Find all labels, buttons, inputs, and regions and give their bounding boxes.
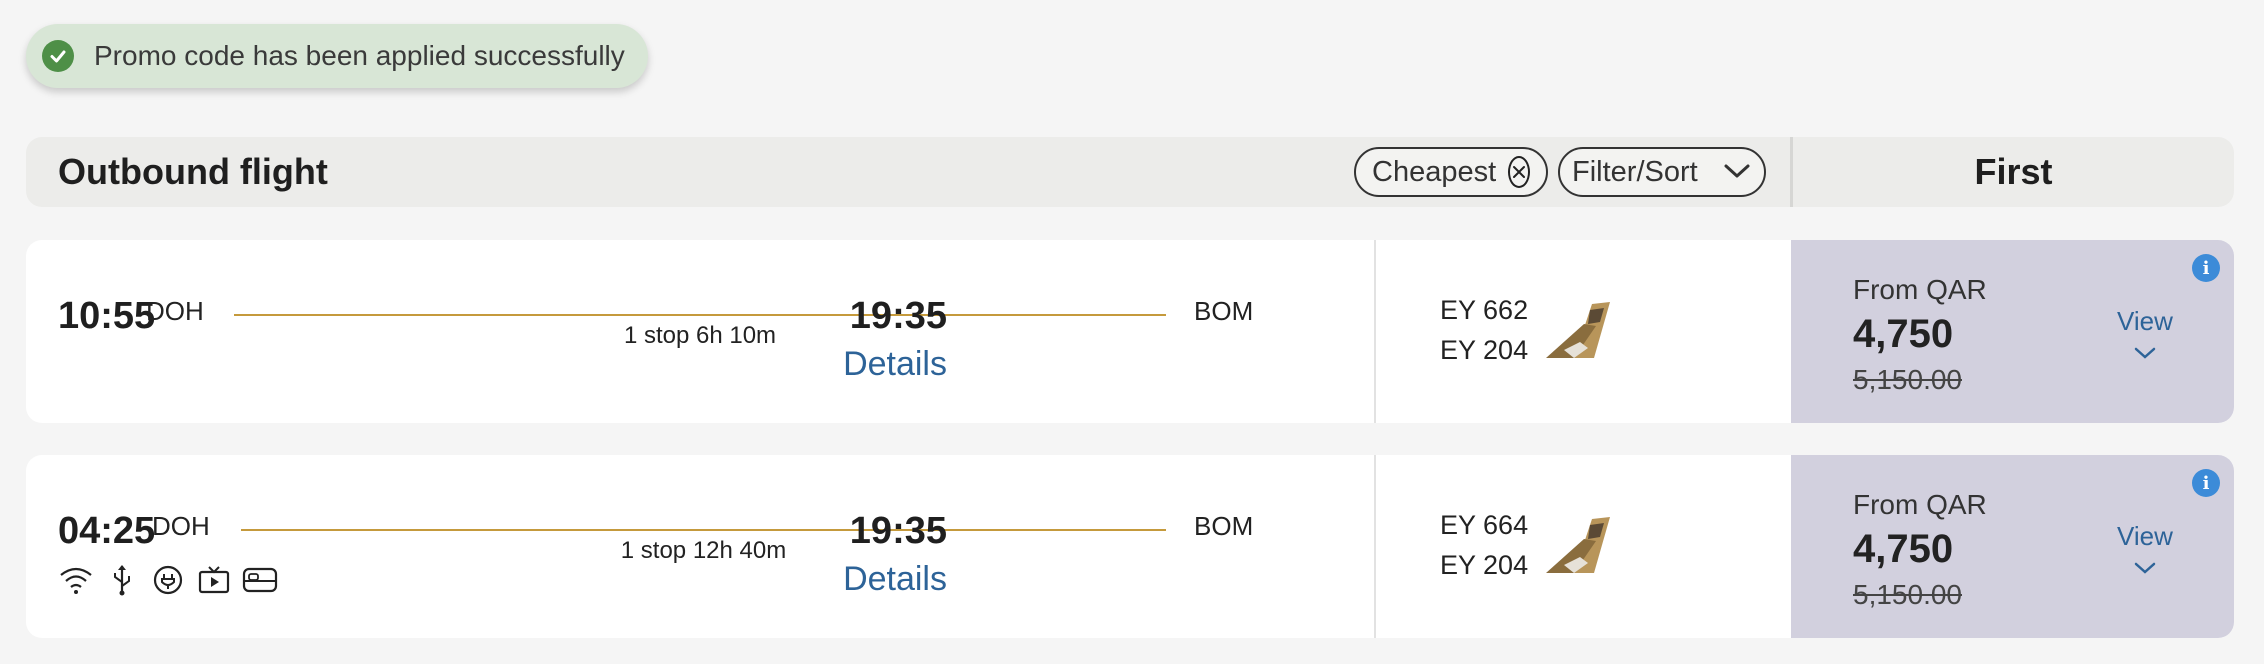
wifi-icon — [58, 563, 94, 597]
departure-time: 04:25 — [58, 510, 156, 552]
flat-bed-icon — [242, 563, 278, 597]
fare-currency-label: From QAR — [1853, 274, 1987, 305]
page-title: Outbound flight — [58, 151, 328, 192]
first-class-fare[interactable]: From QAR 4,750 5,150.00 View i — [1791, 240, 2234, 423]
chevron-down-icon — [1722, 156, 1752, 189]
cheapest-chip-label: Cheapest — [1372, 155, 1497, 188]
amenities — [58, 563, 278, 597]
info-icon[interactable]: i — [2192, 254, 2220, 282]
arrival-time: 19:35 — [849, 295, 947, 337]
airline-tail-logo — [1546, 517, 1610, 573]
card-divider — [1374, 240, 1376, 423]
close-icon[interactable] — [1508, 156, 1530, 188]
view-fare-button[interactable]: View — [2117, 306, 2173, 368]
info-icon[interactable]: i — [2192, 469, 2220, 497]
chevron-down-icon — [2134, 347, 2156, 359]
flight-card[interactable]: 10:55 DOH 1 stop 6h 10m BOM 19:35 Detail… — [26, 240, 2234, 423]
airline-tail-logo — [1546, 302, 1610, 358]
departure-airport: DOH — [152, 511, 210, 541]
results-header: Outbound flight Cheapest Filter/Sort Fir… — [26, 137, 2234, 207]
toast-message: Promo code has been applied successfully — [94, 40, 625, 71]
first-class-fare[interactable]: From QAR 4,750 5,150.00 View i — [1791, 455, 2234, 638]
flight-numbers: EY 662 EY 204 — [1440, 290, 1528, 370]
filter-sort-label: Filter/Sort — [1572, 155, 1698, 188]
view-fare-button[interactable]: View — [2117, 521, 2173, 583]
route-line — [241, 529, 1166, 531]
chevron-down-icon — [2134, 562, 2156, 574]
flight-number: EY 664 — [1440, 510, 1529, 540]
arrival-airport: BOM — [1194, 511, 1254, 541]
flight-number: EY 204 — [1440, 550, 1529, 580]
route-line — [234, 314, 1166, 316]
flight-card[interactable]: 04:25 DOH 1 stop 12h 40m BOM 19:35 Detai… — [26, 455, 2234, 638]
departure-airport: DOH — [146, 296, 204, 326]
arrival-time: 19:35 — [849, 510, 947, 552]
cheapest-chip[interactable]: Cheapest — [1354, 147, 1548, 197]
fare-original-price: 5,150.00 — [1853, 364, 1962, 395]
promo-success-toast: Promo code has been applied successfully — [26, 24, 648, 88]
details-link[interactable]: Details — [843, 345, 947, 384]
power-outlet-icon — [150, 563, 186, 597]
usb-icon — [104, 563, 140, 597]
fare-price: 4,750 — [1853, 527, 1954, 571]
check-circle-icon — [42, 40, 74, 72]
fare-currency-label: From QAR — [1853, 489, 1987, 520]
stops-duration: 1 stop 6h 10m — [623, 322, 777, 349]
fare-original-price: 5,150.00 — [1853, 579, 1962, 610]
flight-numbers: EY 664 EY 204 — [1440, 505, 1528, 585]
view-label: View — [2117, 521, 2173, 551]
fare-price: 4,750 — [1853, 312, 1954, 356]
view-label: View — [2117, 306, 2173, 336]
filter-sort-button[interactable]: Filter/Sort — [1558, 147, 1766, 197]
card-divider — [1374, 455, 1376, 638]
departure-time: 10:55 — [58, 295, 156, 337]
flight-number: EY 662 — [1440, 295, 1529, 325]
arrival-airport: BOM — [1194, 296, 1254, 326]
details-link[interactable]: Details — [843, 560, 947, 599]
cabin-class-heading: First — [1974, 151, 2053, 192]
entertainment-icon — [196, 563, 232, 597]
stops-duration: 1 stop 12h 40m — [620, 537, 787, 564]
flight-number: EY 204 — [1440, 335, 1529, 365]
